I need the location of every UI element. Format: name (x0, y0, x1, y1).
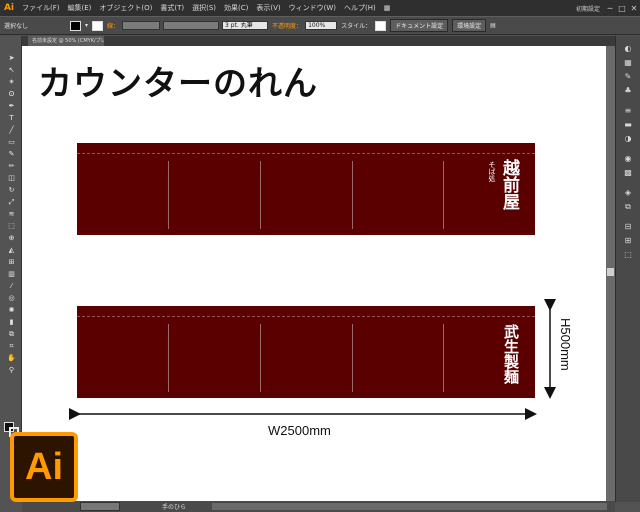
magic-wand-icon[interactable]: ✶ (7, 78, 16, 86)
line-icon[interactable]: ╱ (7, 126, 16, 134)
eyedropper-icon[interactable]: ⁄ (7, 282, 16, 290)
stroke-label: 線： (107, 23, 120, 30)
minimize-icon[interactable]: ─ (604, 4, 616, 13)
shape-builder-icon[interactable]: ⊕ (7, 234, 16, 242)
menu-select[interactable]: 選択(S) (188, 3, 220, 13)
lasso-icon[interactable]: ʘ (7, 90, 16, 98)
zoom-icon[interactable]: ⚲ (7, 366, 16, 374)
hand-icon[interactable]: ✋ (7, 354, 16, 362)
panel-dock: ◐ ▦ ✎ ♣ ≡ ▬ ◑ ◉ ▩ ◈ ⧉ ⊟ ⊞ ⬚ (615, 36, 640, 502)
selection-status: 選択なし (4, 23, 29, 30)
document-setup-button[interactable]: ドキュメント設定 (390, 19, 449, 32)
symbol-sprayer-icon[interactable]: ✺ (7, 306, 16, 314)
illustrator-window: Ai ファイル(F) 編集(E) オブジェクト(O) 書式(T) 選択(S) 効… (0, 0, 640, 512)
stroke-panel-icon[interactable]: ≡ (623, 106, 633, 115)
symbols-panel-icon[interactable]: ♣ (623, 86, 633, 95)
opacity-field[interactable]: 100% (305, 21, 338, 30)
free-transform-icon[interactable]: ⬚ (7, 222, 16, 230)
menu-file[interactable]: ファイル(F) (18, 3, 64, 13)
variable-width-field[interactable] (163, 21, 220, 30)
opacity-label: 不透明度： (272, 23, 303, 30)
menu-bar: Ai ファイル(F) 編集(E) オブジェクト(O) 書式(T) 選択(S) 効… (0, 0, 640, 16)
artboard[interactable]: カウンターのれん そば処 越前屋 武生製麺 W2500mm H500mm (22, 46, 615, 501)
horizontal-scrollbar[interactable] (212, 503, 607, 510)
gradient-icon[interactable]: ▥ (7, 270, 16, 278)
maximize-icon[interactable]: □ (616, 4, 628, 13)
menu-object[interactable]: オブジェクト(O) (95, 3, 156, 13)
style-label: スタイル： (341, 23, 372, 30)
menu-view[interactable]: 表示(V) (252, 3, 284, 13)
slice-icon[interactable]: ⌗ (7, 342, 16, 350)
scale-icon[interactable]: ⤢ (7, 198, 16, 206)
swatches-panel-icon[interactable]: ▦ (623, 58, 633, 67)
brush-definition-field[interactable]: 3 pt. 丸筆 (222, 21, 269, 30)
eraser-icon[interactable]: ◫ (7, 174, 16, 182)
menu-window[interactable]: ウィンドウ(W) (285, 3, 340, 13)
stroke-swatch[interactable] (92, 20, 104, 31)
mesh-icon[interactable]: ⊞ (7, 258, 16, 266)
document-tab[interactable]: 名前未設定 @ 50% (CMYK/プレビュー) (28, 36, 104, 46)
control-bar: 選択なし ▾ 線： 3 pt. 丸筆 不透明度： 100% スタイル： ドキュメ… (0, 16, 640, 35)
artboards-panel-icon[interactable]: ⧉ (623, 202, 633, 211)
rectangle-icon[interactable]: ▭ (7, 138, 16, 146)
rotate-icon[interactable]: ↻ (7, 186, 16, 194)
paintbrush-icon[interactable]: ✎ (7, 150, 16, 158)
document-tab-bar: 名前未設定 @ 50% (CMYK/プレビュー) (22, 36, 616, 46)
menu-help[interactable]: ヘルプ(H) (340, 3, 380, 13)
direct-selection-icon[interactable]: ↖ (7, 66, 16, 74)
selection-tool-icon[interactable]: ➤ (7, 54, 16, 62)
preferences-button[interactable]: 環境設定 (452, 19, 487, 32)
graph-icon[interactable]: ▮ (7, 318, 16, 326)
transparency-panel-icon[interactable]: ◑ (623, 134, 633, 143)
bridge-icon[interactable]: ▦ (380, 4, 395, 12)
status-bar: 手のひら (22, 501, 615, 512)
color-panel-icon[interactable]: ◐ (623, 44, 633, 53)
appearance-panel-icon[interactable]: ◉ (623, 154, 633, 163)
blend-icon[interactable]: ◎ (7, 294, 16, 302)
stroke-weight-field[interactable] (122, 21, 161, 30)
scrollbar-thumb[interactable] (607, 268, 614, 276)
pathfinder-panel-icon[interactable]: ⊞ (623, 236, 633, 245)
vertical-scrollbar[interactable] (606, 46, 615, 501)
gradient-panel-icon[interactable]: ▬ (623, 120, 633, 129)
fill-swatch[interactable] (70, 20, 82, 31)
type-icon[interactable]: T (7, 114, 16, 122)
brushes-panel-icon[interactable]: ✎ (623, 72, 633, 81)
perspective-icon[interactable]: ◭ (7, 246, 16, 254)
menu-type[interactable]: 書式(T) (156, 3, 188, 13)
menu-edit[interactable]: 編集(E) (64, 3, 96, 13)
layers-panel-icon[interactable]: ◈ (623, 188, 633, 197)
tools-panel: ➤ ↖ ✶ ʘ ✒ T ╱ ▭ ✎ ✏ ◫ ↻ ⤢ ≋ ⬚ ⊕ ◭ ⊞ ▥ ⁄ … (0, 36, 22, 496)
menu-effect[interactable]: 効果(C) (220, 3, 252, 13)
current-tool-status: 手のひら (162, 504, 187, 511)
pen-icon[interactable]: ✒ (7, 102, 16, 110)
fill-dropdown-icon[interactable]: ▾ (85, 22, 88, 29)
warp-icon[interactable]: ≋ (7, 210, 16, 218)
transform-panel-icon[interactable]: ⬚ (623, 250, 633, 259)
align-panel-icon[interactable]: ⊟ (623, 222, 633, 231)
pencil-icon[interactable]: ✏ (7, 162, 16, 170)
height-label: H500mm (558, 318, 573, 371)
style-swatch[interactable] (375, 20, 387, 31)
width-label: W2500mm (268, 423, 331, 438)
zoom-field[interactable] (80, 502, 120, 511)
arrange-documents-icon[interactable]: ▤ (490, 22, 496, 29)
illustrator-logo: Ai (10, 432, 78, 502)
close-icon[interactable]: ✕ (628, 4, 640, 13)
ai-menu-logo: Ai (3, 3, 15, 13)
artboard-icon[interactable]: ⧉ (7, 330, 16, 338)
workspace-switcher[interactable]: 初期設定 (572, 4, 604, 13)
graphic-styles-panel-icon[interactable]: ▩ (623, 168, 633, 177)
